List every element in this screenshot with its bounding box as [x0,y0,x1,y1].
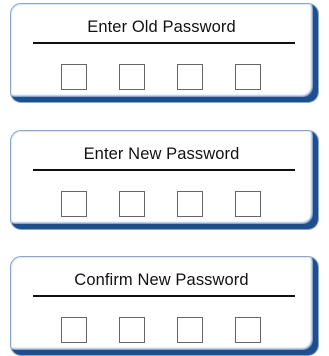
new-password-title: Enter New Password [83,145,240,163]
title-underline [33,295,295,297]
title-underline [33,169,295,171]
new-password-panel: Enter New Password [10,130,319,230]
new-password-digit-2[interactable] [119,191,145,217]
old-password-digit-4[interactable] [235,64,261,90]
new-password-digit-1[interactable] [61,191,87,217]
confirm-password-digit-1[interactable] [61,317,87,343]
new-password-digit-3[interactable] [177,191,203,217]
confirm-password-digit-3[interactable] [177,317,203,343]
confirm-password-digit-row [61,317,261,343]
new-password-digit-row [61,191,261,217]
confirm-password-panel: Confirm New Password [10,256,319,356]
old-password-digit-2[interactable] [119,64,145,90]
old-password-digit-row [61,64,261,90]
old-password-digit-1[interactable] [61,64,87,90]
old-password-digit-3[interactable] [177,64,203,90]
old-password-title: Enter Old Password [87,18,236,36]
title-underline [33,42,295,44]
new-password-digit-4[interactable] [235,191,261,217]
confirm-password-digit-4[interactable] [235,317,261,343]
confirm-password-title: Confirm New Password [74,271,249,289]
confirm-password-digit-2[interactable] [119,317,145,343]
old-password-panel: Enter Old Password [10,3,319,103]
